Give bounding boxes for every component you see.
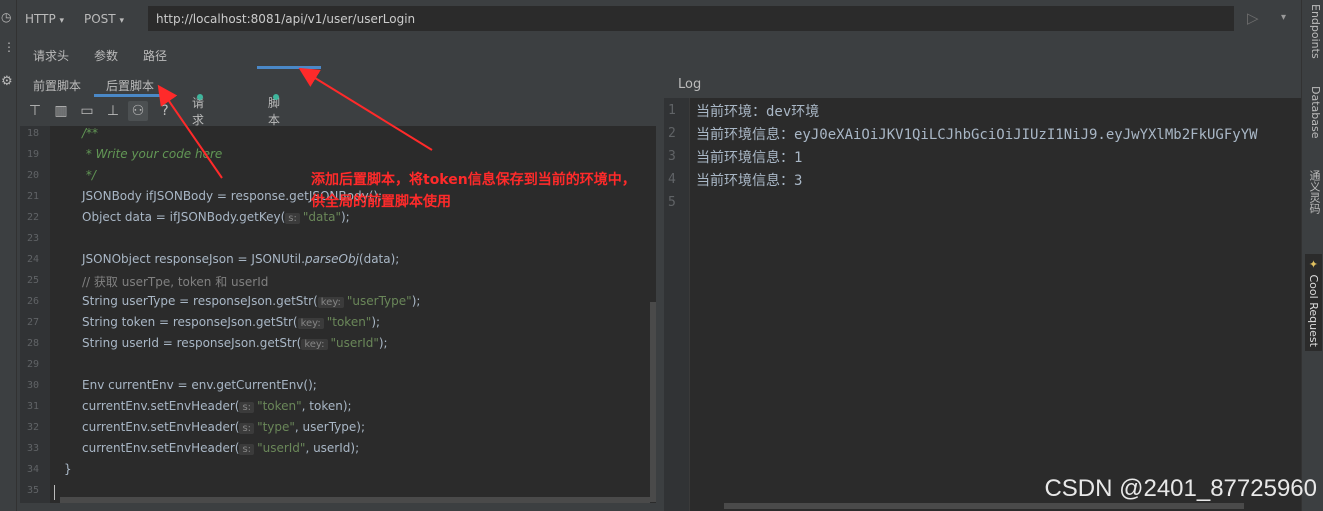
watermark: CSDN @2401_87725960 <box>1044 475 1317 502</box>
annotation-text-line-2: 供全局的前置脚本使用 <box>311 194 451 210</box>
annotation-arrows <box>157 67 433 179</box>
arrow-to-script-tab <box>298 67 433 151</box>
arrow-to-post-script-subtab <box>157 84 223 179</box>
annotation-text-line-1: 添加后置脚本，将token信息保存到当前的环境中， <box>311 172 636 188</box>
